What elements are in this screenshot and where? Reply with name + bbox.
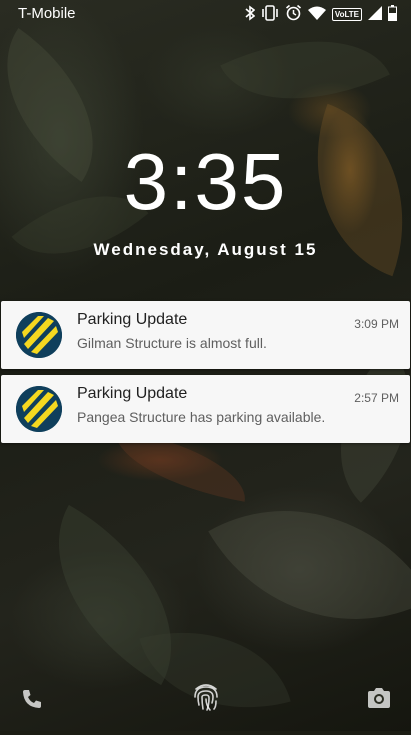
notification-text: Pangea Structure has parking available. [77,409,326,425]
wifi-icon [307,6,326,23]
status-bar: T-Mobile VoLTE [0,0,411,28]
camera-icon[interactable] [366,687,392,714]
vibrate-icon [261,4,279,24]
notification-time: 3:09 PM [354,317,399,331]
status-icons: VoLTE [245,4,397,24]
notification-time: 2:57 PM [354,391,399,405]
notification-title: Parking Update [77,385,188,402]
fingerprint-icon[interactable] [191,681,221,718]
notification-title: Parking Update [77,311,188,328]
volte-icon: VoLTE [331,7,362,21]
lockscreen-date: Wednesday, August 15 [93,240,318,259]
carrier-name: T-Mobile [18,5,76,22]
lockscreen-clock: 3:35 [123,137,288,226]
cell-signal-icon [368,5,382,23]
battery-icon [388,4,397,24]
bluetooth-icon [245,4,256,24]
phone-icon[interactable] [20,687,44,716]
notification-text: Gilman Structure is almost full. [77,335,267,351]
alarm-icon [285,4,302,24]
notification-card[interactable]: Parking Update Pangea Structure has park… [1,375,410,443]
parking-app-icon [16,312,62,358]
notification-card[interactable]: Parking Update Gilman Structure is almos… [1,301,410,369]
parking-app-icon [16,386,62,432]
